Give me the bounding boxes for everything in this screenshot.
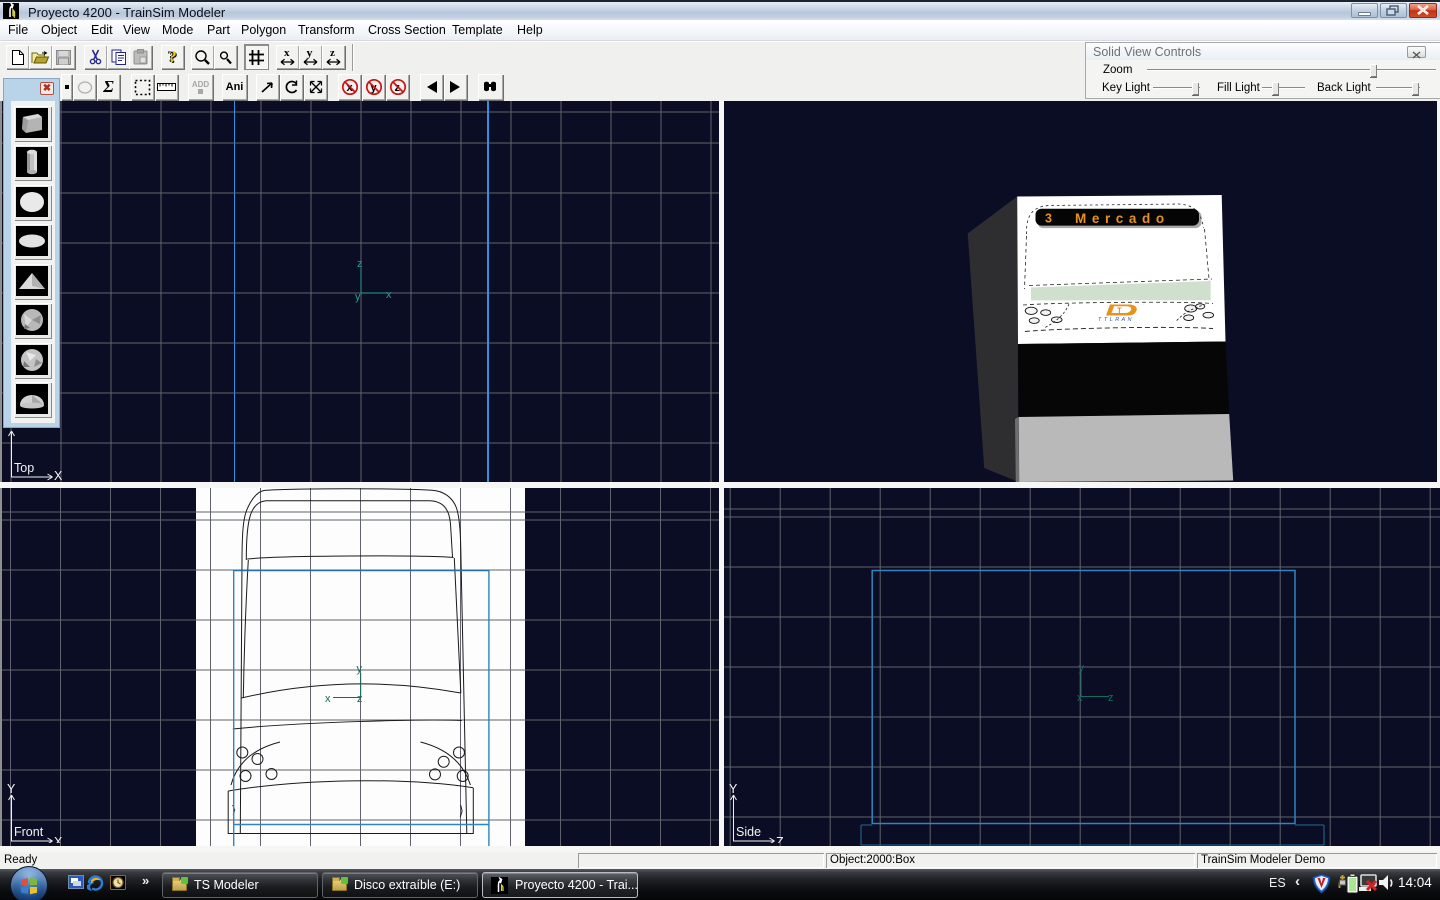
svg-text:z: z <box>330 47 335 59</box>
svg-text:x: x <box>1077 692 1083 704</box>
svg-text:X: X <box>54 835 63 843</box>
svg-text:x: x <box>325 693 331 705</box>
svg-text:z: z <box>357 693 363 705</box>
svg-text:Mercado: Mercado <box>1075 211 1170 226</box>
svg-text:Top: Top <box>14 461 34 475</box>
svg-text:Z: Z <box>776 835 784 843</box>
svg-text:z: z <box>1108 692 1114 704</box>
svg-text:Y: Y <box>729 783 738 796</box>
svg-text:y: y <box>357 663 363 675</box>
svg-text:y: y <box>355 291 361 303</box>
svg-text:T T L R A N: T T L R A N <box>1098 317 1132 323</box>
svg-text:Front: Front <box>14 825 44 839</box>
svg-text:z: z <box>357 258 363 270</box>
svg-text:y: y <box>306 47 312 60</box>
svg-text:Y: Y <box>7 783 16 796</box>
svg-text:y: y <box>1078 662 1084 674</box>
svg-text:T: T <box>1117 307 1122 316</box>
svg-text:x: x <box>284 47 290 59</box>
svg-text:X: X <box>54 469 63 482</box>
svg-text:x: x <box>386 289 392 301</box>
svg-text:3: 3 <box>1045 212 1052 226</box>
svg-text:Side: Side <box>736 825 761 839</box>
